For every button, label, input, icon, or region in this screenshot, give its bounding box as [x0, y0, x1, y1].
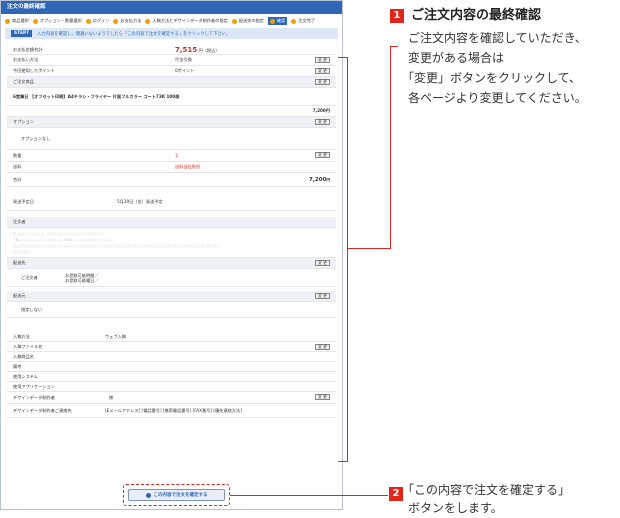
table-row: お支払い方法 代金引換 変 更	[7, 55, 336, 66]
page-title: 注文の最終確認	[1, 1, 342, 14]
change-quantity-button[interactable]: 変 更	[315, 152, 330, 158]
info-text: 入力内容を確認し、間違いないようでしたら「この内容で注文を確定する」をクリックし…	[37, 31, 231, 37]
table-row: 使用アプリケーション	[7, 382, 336, 392]
table-row: ご注文者 お受取可能時間／ お受取可能曜日／	[7, 269, 336, 287]
step-confirm: 確認	[267, 17, 288, 25]
table-row: 送料 送料当社負担	[7, 162, 336, 173]
change-option-button[interactable]: 変 更	[315, 119, 330, 125]
callout-line	[390, 46, 398, 47]
change-designer-button[interactable]: 変 更	[315, 394, 330, 400]
table-row: 備考	[7, 362, 336, 372]
step-complete: 注文完了	[291, 18, 315, 24]
table-row: 入稿方法 ウェブ入稿	[7, 332, 336, 342]
change-sender-button[interactable]: 変 更	[315, 293, 330, 299]
table-row: 配送先 変 更	[7, 258, 336, 269]
table-row: 入稿ファイル名 変 更	[7, 342, 336, 352]
step-dot-icon	[291, 18, 297, 24]
step-badge: STEP7	[11, 30, 33, 37]
callout-line	[348, 248, 390, 249]
step-login: ログイン	[85, 18, 109, 24]
callout-bracket	[338, 57, 348, 462]
annotation-line: 各ページより変更してください。	[408, 91, 587, 105]
step-option: オプション・数量選択	[32, 18, 82, 24]
table-row: 合計 7,200円	[7, 173, 336, 187]
annotation-line: ボタンをします。	[408, 501, 503, 515]
callout-number-1: 1	[390, 9, 404, 23]
table-row: お支払金額合計 7,515 円（税込）	[7, 45, 336, 55]
table-row: 使用システム	[7, 372, 336, 382]
change-destination-button[interactable]: 変 更	[315, 260, 330, 266]
step-dot-icon	[113, 18, 119, 24]
table-row: 入稿商品名	[7, 352, 336, 362]
annotation-line: 「この内容で注文を確定する」	[402, 483, 571, 497]
annotation-line: ご注文内容を確認していただき、	[408, 31, 587, 45]
step-delivery: 配送先の指定	[231, 18, 264, 24]
order-table: お支払金額合計 7,515 円（税込） お支払い方法 代金引換 変 更 今回使用…	[7, 45, 336, 418]
step-dot-icon	[145, 18, 151, 24]
orderer-info: 〒○○○-○○○○ ○○○○○○○○○○○○○○○○ TEL:○○○-○○○-○…	[7, 228, 336, 258]
change-point-button[interactable]: 変 更	[315, 68, 330, 74]
step-progress: 商品選択 オプション・数量選択 ログイン お支払方法 入稿方法とデザインデータ制…	[1, 14, 342, 28]
table-row: 7,200円	[7, 106, 336, 117]
table-row: オプションなし	[7, 128, 336, 150]
table-row: デザインデータ制作者ご連絡先 [Eメールアドレス] [電話番号] [携帯電話番号…	[7, 404, 336, 418]
step-dot-icon	[269, 18, 275, 24]
step-dot-icon	[231, 18, 237, 24]
change-payment-button[interactable]: 変 更	[315, 57, 330, 63]
annotation-heading: ご注文内容の最終確認	[411, 8, 542, 23]
table-row: ご注文商品 変 更	[7, 77, 336, 88]
change-product-button[interactable]: 変 更	[315, 79, 330, 85]
callout-line	[390, 46, 391, 249]
step-product: 商品選択	[5, 18, 29, 24]
change-upload-button[interactable]: 変 更	[315, 344, 330, 350]
annotation-line: 「変更」ボタンをクリックして、	[402, 71, 582, 85]
step-dot-icon	[32, 18, 38, 24]
callout-number-2: 2	[389, 487, 403, 501]
table-row: デザインデータ制作者 様 変 更	[7, 392, 336, 404]
table-row: 配送元 変 更	[7, 291, 336, 302]
table-row: 6営業日 【オフセット印刷】A4チラシ・フライヤー 片面フルカラー コート73K…	[7, 88, 336, 106]
table-row: 発送予定日 5月29日（金）発送予定	[7, 193, 336, 211]
callout-line	[230, 495, 388, 496]
highlight-dashed-box	[123, 484, 230, 506]
step-dot-icon	[5, 18, 10, 24]
order-confirm-screenshot: 注文の最終確認 商品選択 オプション・数量選択 ログイン お支払方法 入稿方法と…	[0, 0, 343, 510]
step-dot-icon	[85, 18, 91, 24]
table-row: 指定しない	[7, 302, 336, 318]
annotation-line: 変更がある場合は	[408, 51, 505, 65]
table-row: オプション 変 更	[7, 117, 336, 128]
info-bar: STEP7 入力内容を確認し、間違いないようでしたら「この内容で注文を確定する」…	[5, 28, 338, 39]
step-payment: お支払方法	[113, 18, 141, 24]
step-upload: 入稿方法とデザインデータ制作者の指定	[145, 18, 228, 24]
table-row: 数量 1 変 更	[7, 150, 336, 162]
table-row: 注文者	[7, 217, 336, 228]
table-row: 今回使用したポイント 0ポイント 変 更	[7, 66, 336, 77]
total-amount: 7,515	[175, 45, 198, 54]
